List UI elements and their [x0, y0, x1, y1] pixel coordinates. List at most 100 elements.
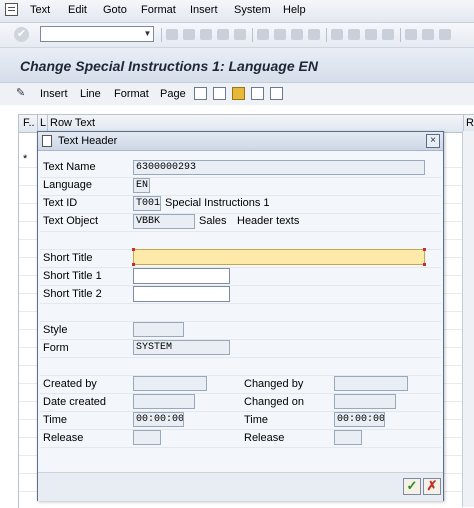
- row-separator: [40, 357, 441, 358]
- column-divider: [37, 115, 38, 132]
- column-divider: [463, 115, 464, 132]
- line-marker: *: [23, 153, 28, 165]
- text-object-desc-header: Header texts: [237, 215, 300, 227]
- sap-menu-icon[interactable]: [5, 3, 18, 16]
- insert-button[interactable]: Insert: [40, 88, 68, 100]
- column-divider: [47, 115, 48, 132]
- focus-marker: [423, 263, 426, 266]
- print-preview-icon[interactable]: [270, 87, 283, 100]
- help-icon[interactable]: [422, 29, 434, 40]
- application-toolbar: ✎ Insert Line Format Page: [0, 83, 474, 105]
- style-label: Style: [43, 324, 68, 336]
- short-title-2-label: Short Title 2: [43, 288, 102, 300]
- command-field[interactable]: [40, 26, 154, 42]
- menu-goto[interactable]: Goto: [103, 4, 127, 16]
- save-icon[interactable]: [166, 29, 178, 40]
- shortcut-icon[interactable]: [382, 29, 394, 40]
- short-title-label: Short Title: [43, 252, 93, 264]
- exit-icon[interactable]: [200, 29, 212, 40]
- short-title-1-input[interactable]: [133, 268, 230, 284]
- text-id-field: T001: [133, 196, 161, 211]
- change-display-icon[interactable]: ✎: [16, 87, 29, 100]
- paste-icon[interactable]: [213, 87, 226, 100]
- column-header-r: R: [466, 117, 474, 129]
- layout-icon[interactable]: [405, 29, 417, 40]
- menu-format[interactable]: Format: [141, 4, 176, 16]
- new-session-icon[interactable]: [365, 29, 377, 40]
- row-separator: [40, 267, 441, 268]
- column-header-l: L: [40, 117, 47, 129]
- text-header-dialog: Text Header × Text Name 6300000293 Langu…: [37, 131, 444, 501]
- release-created-field: [133, 430, 161, 445]
- document-icon: [42, 135, 52, 147]
- text-id-label: Text ID: [43, 197, 78, 209]
- enter-icon[interactable]: ✔: [14, 27, 29, 42]
- language-field: EN: [133, 178, 150, 193]
- time-changed-field: 00:00:00: [334, 412, 385, 427]
- time-changed-label: Time: [244, 414, 269, 426]
- format-button[interactable]: Format: [114, 88, 149, 100]
- text-object-desc-sales: Sales: [199, 215, 227, 227]
- print-icon[interactable]: [234, 29, 246, 40]
- menu-system[interactable]: System: [234, 4, 271, 16]
- form-label: Form: [43, 342, 69, 354]
- changed-on-field: [334, 394, 396, 409]
- changed-on-label: Changed on: [244, 396, 304, 408]
- text-name-field: 6300000293: [133, 160, 425, 175]
- find-icon[interactable]: [257, 29, 269, 40]
- menu-edit[interactable]: Edit: [68, 4, 87, 16]
- row-separator: [40, 231, 441, 232]
- toolbar-separator: [252, 28, 253, 42]
- confirm-button[interactable]: ✓: [403, 478, 421, 495]
- previous-page-icon[interactable]: [308, 29, 320, 40]
- row-separator: [40, 285, 441, 286]
- menu-help[interactable]: Help: [283, 4, 306, 16]
- menu-text[interactable]: Text: [30, 4, 50, 16]
- row-separator: [40, 339, 441, 340]
- menu-bar: Text Edit Goto Format Insert System Help: [0, 0, 474, 23]
- dialog-title: Text Header: [58, 135, 118, 147]
- row-separator: [40, 321, 441, 322]
- vertical-scrollbar[interactable]: [462, 131, 474, 507]
- first-page-icon[interactable]: [291, 29, 303, 40]
- close-icon[interactable]: ×: [426, 134, 440, 148]
- row-separator: [40, 177, 441, 178]
- cancel-button[interactable]: ✗: [423, 478, 441, 495]
- language-label: Language: [43, 179, 92, 191]
- text-name-label: Text Name: [43, 161, 96, 173]
- page-title: Change Special Instructions 1: Language …: [20, 58, 318, 74]
- time-created-label: Time: [43, 414, 68, 426]
- page-button[interactable]: Page: [160, 88, 186, 100]
- screen-title-bar: Change Special Instructions 1: Language …: [0, 48, 474, 83]
- form-field: SYSTEM: [133, 340, 230, 355]
- focus-marker: [132, 263, 135, 266]
- style-field: [133, 322, 184, 337]
- release-created-label: Release: [43, 432, 84, 444]
- short-title-input[interactable]: [133, 249, 425, 265]
- release-changed-field: [334, 430, 362, 445]
- format-icon[interactable]: [232, 87, 245, 100]
- chevron-down-icon[interactable]: ▼: [142, 27, 153, 41]
- next-page-icon[interactable]: [331, 29, 343, 40]
- row-separator: [40, 429, 441, 430]
- find-next-icon[interactable]: [274, 29, 286, 40]
- customize-layout-icon[interactable]: [439, 29, 451, 40]
- row-separator: [40, 303, 441, 304]
- text-id-description: Special Instructions 1: [165, 197, 270, 209]
- column-header-row-text: Row Text: [50, 117, 96, 129]
- short-title-1-label: Short Title 1: [43, 270, 102, 282]
- move-icon[interactable]: [251, 87, 264, 100]
- text-object-label: Text Object: [43, 215, 99, 227]
- menu-insert[interactable]: Insert: [190, 4, 218, 16]
- focus-marker: [423, 248, 426, 251]
- row-separator: [40, 447, 441, 448]
- copy-icon[interactable]: [194, 87, 207, 100]
- cancel-icon[interactable]: [217, 29, 229, 40]
- last-page-icon[interactable]: [348, 29, 360, 40]
- back-icon[interactable]: [183, 29, 195, 40]
- date-created-field: [133, 394, 195, 409]
- line-button[interactable]: Line: [80, 88, 101, 100]
- time-created-field: 00:00:00: [133, 412, 184, 427]
- short-title-2-input[interactable]: [133, 286, 230, 302]
- created-by-field: [133, 376, 207, 391]
